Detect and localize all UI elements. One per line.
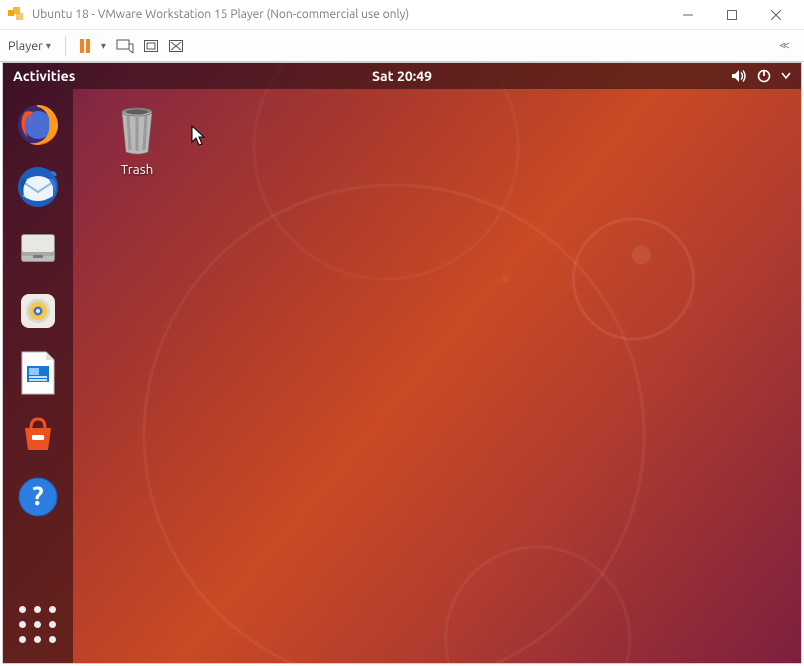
player-menu-button[interactable]: Player ▾ <box>8 39 51 53</box>
window-titlebar: Ubuntu 18 - VMware Workstation 15 Player… <box>0 0 804 30</box>
activities-button[interactable]: Activities <box>13 68 75 84</box>
show-applications-button[interactable] <box>18 605 58 645</box>
gnome-top-panel: Activities Sat 20:49 <box>3 63 801 89</box>
dock-item-thunderbird[interactable] <box>14 163 62 211</box>
dock-item-firefox[interactable] <box>14 101 62 149</box>
desktop-trash[interactable]: Trash <box>97 103 177 177</box>
player-menu-label: Player <box>8 39 43 53</box>
panel-clock[interactable]: Sat 20:49 <box>372 68 432 84</box>
window-title: Ubuntu 18 - VMware Workstation 15 Player… <box>32 8 666 21</box>
suspend-button[interactable] <box>72 34 98 58</box>
chevron-down-icon <box>781 72 791 80</box>
fullscreen-button[interactable] <box>138 34 164 58</box>
svg-text:?: ? <box>32 481 43 510</box>
toolbar-separator <box>65 36 66 56</box>
cursor-icon <box>191 125 207 147</box>
vmware-toolbar: Player ▾ ▾ << <box>0 30 804 62</box>
vmware-player-icon <box>8 7 24 23</box>
desktop[interactable]: Trash <box>73 89 801 663</box>
dock-item-software[interactable] <box>14 411 62 459</box>
chevron-down-icon[interactable]: ▾ <box>101 40 106 52</box>
volume-icon <box>731 69 747 83</box>
guest-viewport: Activities Sat 20:49 <box>2 62 802 664</box>
chevron-down-icon: ▾ <box>46 40 51 52</box>
dock-item-writer[interactable] <box>14 349 62 397</box>
dock-item-rhythmbox[interactable] <box>14 287 62 335</box>
system-tray[interactable] <box>731 69 791 83</box>
window-minimize-button[interactable] <box>666 1 710 29</box>
trash-icon <box>110 103 164 157</box>
dock-item-help[interactable]: ? <box>14 473 62 521</box>
desktop-trash-label: Trash <box>97 161 177 177</box>
dock-item-files[interactable] <box>14 225 62 273</box>
send-ctrl-alt-del-button[interactable] <box>112 34 138 58</box>
toolbar-collapse-button[interactable]: << <box>770 34 796 58</box>
unity-mode-button[interactable] <box>164 34 190 58</box>
window-maximize-button[interactable] <box>710 1 754 29</box>
window-close-button[interactable] <box>754 1 798 29</box>
dock: ? <box>3 89 73 663</box>
power-icon <box>757 69 771 83</box>
